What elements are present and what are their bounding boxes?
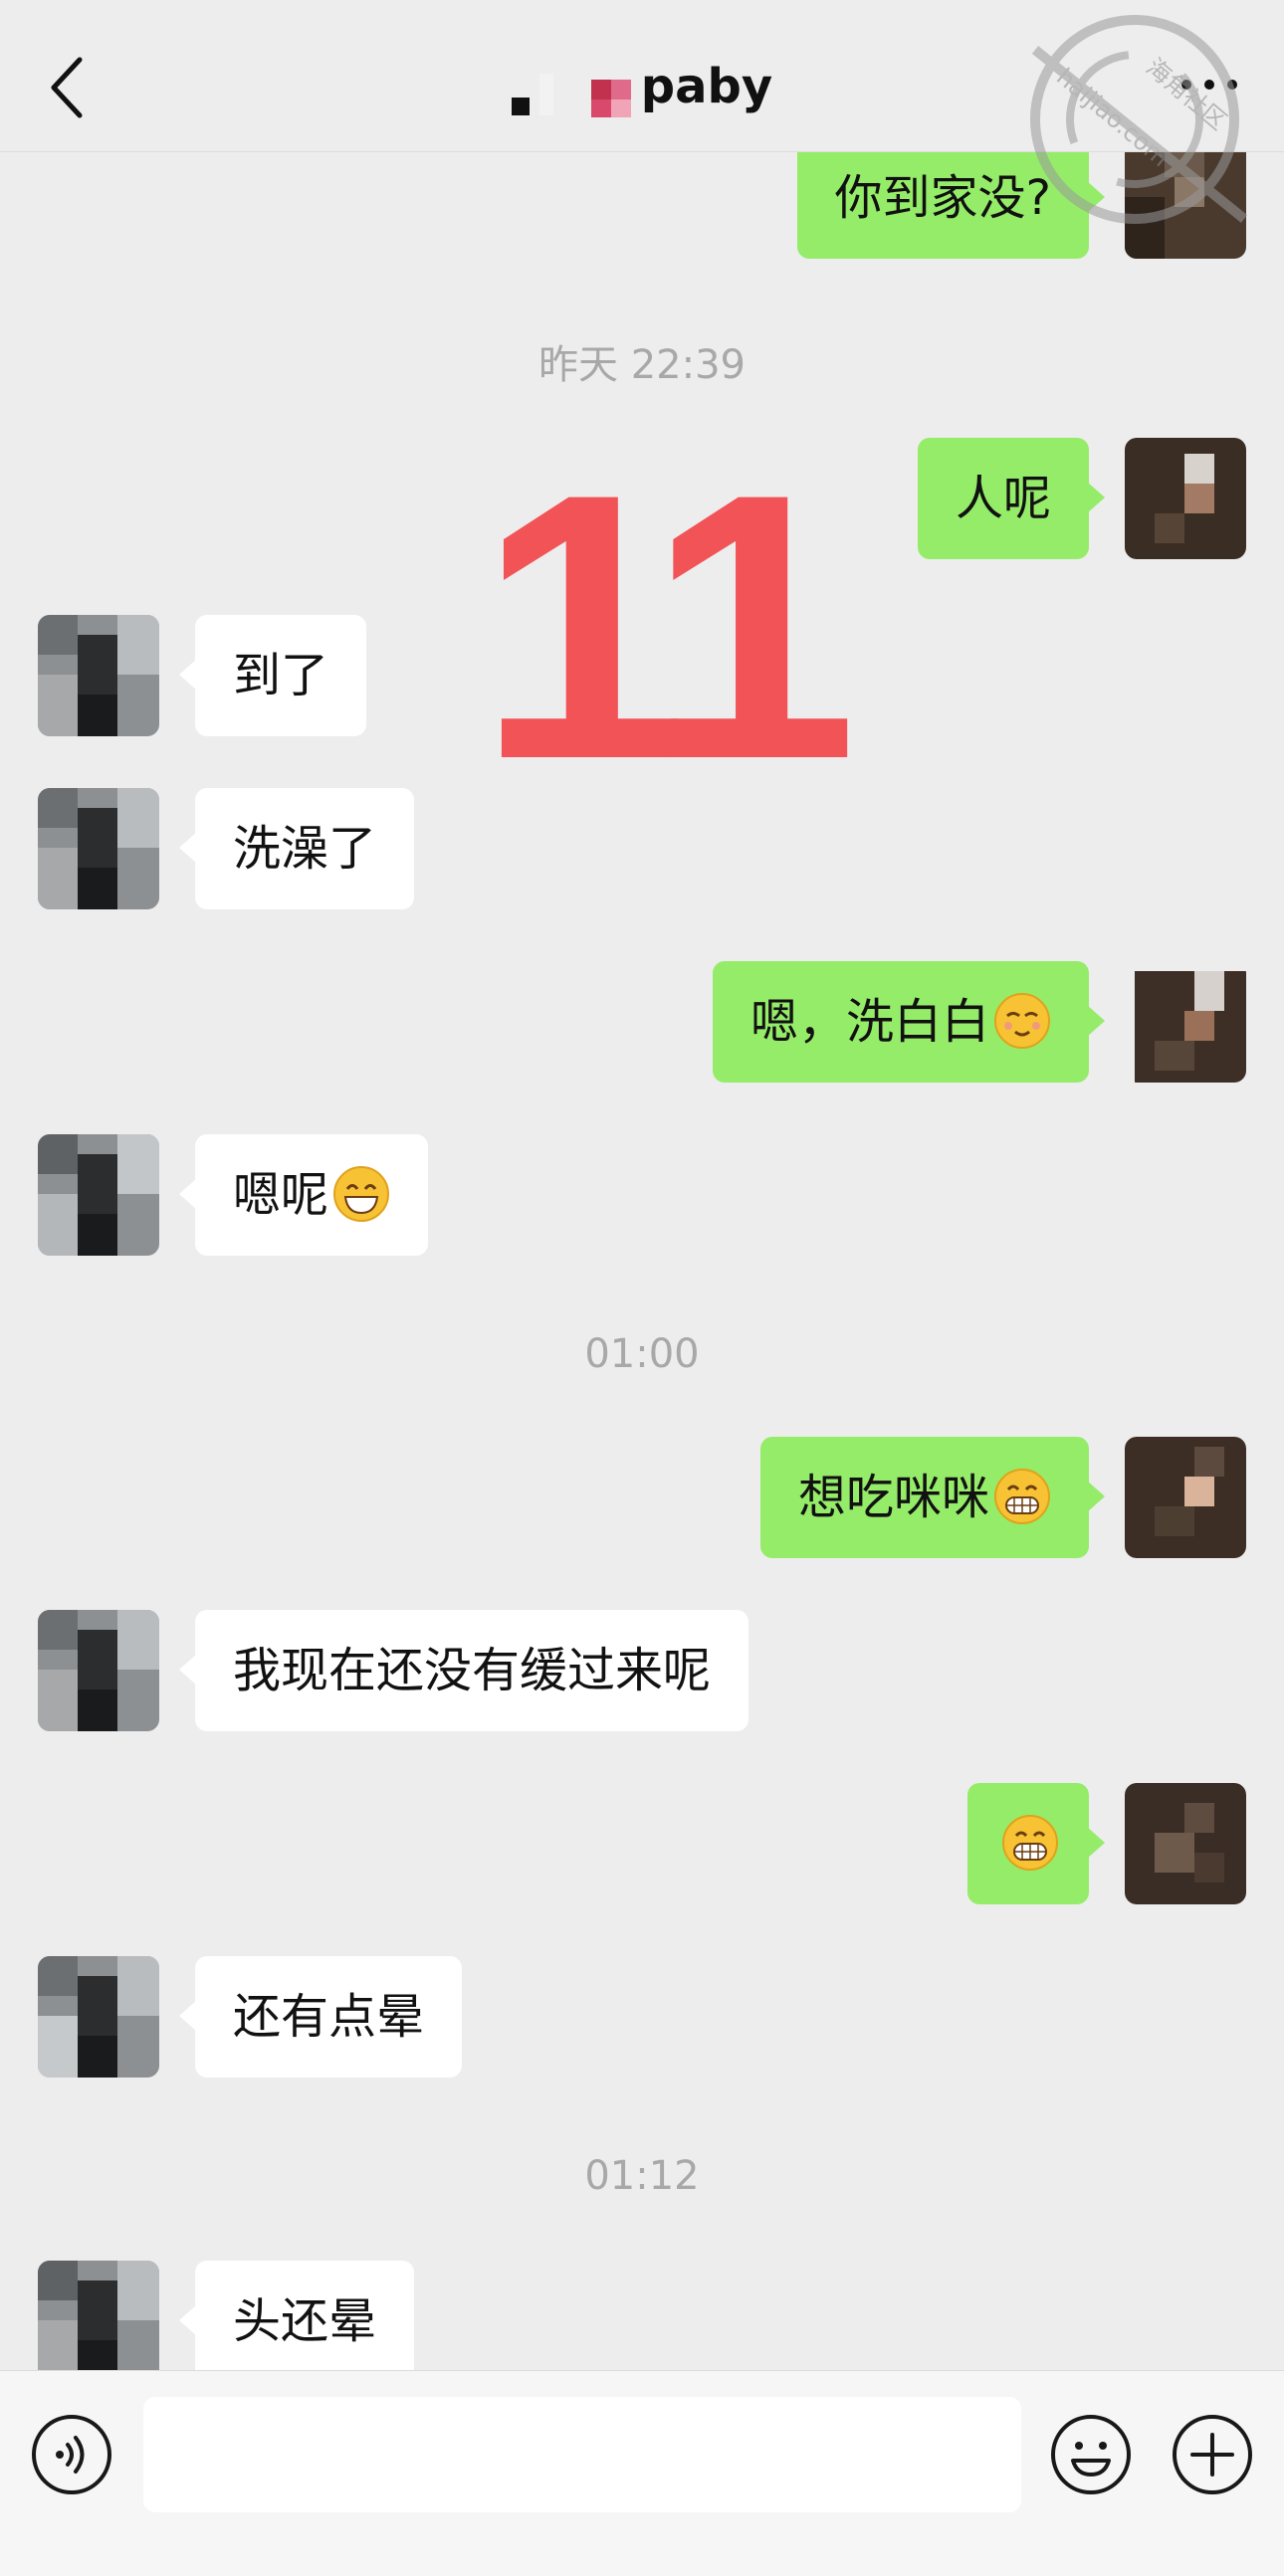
- message-bubble-received[interactable]: 头还晕: [178, 2261, 415, 2370]
- message-bubble-received[interactable]: 到了: [178, 615, 367, 736]
- more-functions-plus-icon[interactable]: [1171, 2413, 1254, 2496]
- my-avatar[interactable]: [1125, 438, 1246, 559]
- voice-input-icon[interactable]: [30, 2413, 113, 2496]
- my-avatar[interactable]: [1125, 1783, 1246, 1904]
- message-bubble-received[interactable]: 还有点晕: [178, 1956, 463, 2078]
- timestamp: 01:12: [584, 2153, 700, 2199]
- overlay-number: 11: [478, 415, 858, 838]
- contact-avatar[interactable]: [38, 1134, 159, 1256]
- message-bubble-received[interactable]: 我现在还没有缓过来呢: [178, 1610, 749, 1731]
- message-input[interactable]: [143, 2397, 1021, 2512]
- input-bar: [0, 2370, 1284, 2576]
- contact-avatar[interactable]: [38, 2261, 159, 2370]
- timestamp: 01:00: [584, 1331, 700, 1377]
- message-bubble-received[interactable]: 嗯呢: [178, 1134, 429, 1256]
- message-bubble-sent[interactable]: [967, 1783, 1105, 1904]
- watermark-logo: 海角社区 haijiao.com: [1030, 15, 1248, 224]
- contact-avatar[interactable]: [38, 615, 159, 736]
- beaming-face-icon: [994, 1469, 1050, 1524]
- message-bubble-sent[interactable]: 嗯，洗白白: [712, 961, 1106, 1083]
- contact-avatar[interactable]: [38, 1610, 159, 1731]
- chat-title: paby: [640, 59, 773, 114]
- my-avatar[interactable]: [1125, 961, 1246, 1083]
- message-bubble-sent[interactable]: 人呢: [917, 438, 1106, 559]
- relieved-face-icon: [994, 993, 1050, 1049]
- message-bubble-sent[interactable]: 想吃咪咪: [759, 1437, 1106, 1558]
- message-bubble-received[interactable]: 洗澡了: [178, 788, 415, 909]
- my-avatar[interactable]: [1125, 1437, 1246, 1558]
- beaming-face-icon: [1002, 1815, 1058, 1871]
- contact-avatar[interactable]: [38, 1956, 159, 2078]
- censored-name-pixels: [511, 73, 631, 117]
- grinning-face-icon: [333, 1166, 390, 1222]
- emoji-picker-icon[interactable]: [1049, 2413, 1133, 2496]
- timestamp: 昨天 22:39: [538, 342, 746, 388]
- contact-avatar[interactable]: [38, 788, 159, 909]
